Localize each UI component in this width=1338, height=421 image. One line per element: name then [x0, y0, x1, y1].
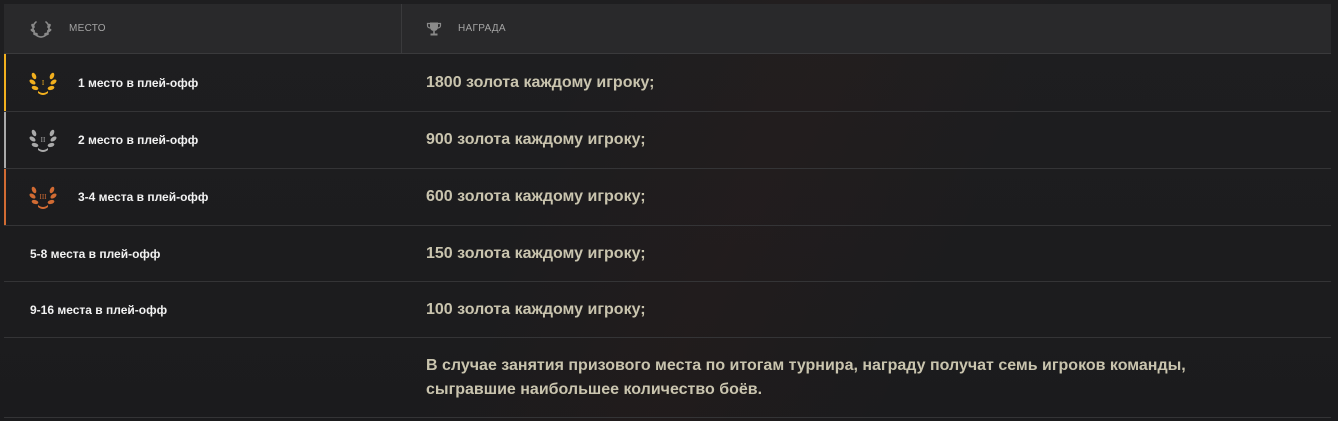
place-label: 5-8 места в плей-офф [30, 246, 161, 261]
reward-label: 150 золота каждому игроку; [426, 244, 646, 262]
place-cell: II 2 место в плей-офф [4, 123, 402, 157]
table-row: III 3-4 места в плей-офф 600 золота кажд… [4, 169, 1331, 226]
reward-cell: 150 золота каждому игроку; [402, 245, 1331, 263]
place-cell: 9-16 места в плей-офф [4, 303, 402, 317]
reward-cell: 900 золота каждому игроку; [402, 131, 1331, 149]
table-row: 5-8 места в плей-офф 150 золота каждому … [4, 226, 1331, 282]
table-row: II 2 место в плей-офф 900 золота каждому… [4, 112, 1331, 169]
note-text: В случае занятия призового места по итог… [426, 356, 1186, 398]
reward-label: 900 золота каждому игроку; [426, 131, 646, 148]
header-place: МЕСТО [4, 4, 402, 53]
header-reward: НАГРАДА [402, 4, 1331, 53]
table-row-note: В случае занятия призового места по итог… [4, 338, 1331, 418]
bronze-laurel-icon: III [29, 186, 57, 209]
header-reward-label: НАГРАДА [458, 23, 506, 34]
reward-label: 600 золота каждому игроку; [426, 188, 646, 205]
place-label: 3-4 места в плей-офф [78, 190, 209, 204]
place-cell: III 3-4 места в плей-офф [4, 180, 402, 214]
reward-label: 100 золота каждому игроку; [426, 300, 646, 318]
svg-text:I: I [42, 79, 45, 87]
trophy-icon [426, 21, 442, 37]
reward-cell: 1800 золота каждому игроку; [402, 74, 1331, 92]
place-label: 1 место в плей-офф [78, 75, 199, 90]
table-row: 9-16 места в плей-офф 100 золота каждому… [4, 282, 1331, 338]
table-row: I 1 место в плей-офф 1800 золота каждому… [4, 54, 1331, 112]
svg-text:III: III [40, 193, 48, 201]
place-label: 2 место в плей-офф [78, 133, 199, 147]
reward-cell: 100 золота каждому игроку; [402, 301, 1331, 319]
reward-cell: 600 золота каждому игроку; [402, 188, 1331, 206]
prize-table: МЕСТО НАГРАДА I 1 место в плей-офф 1800 … [4, 4, 1331, 418]
table-header: МЕСТО НАГРАДА [4, 4, 1331, 54]
place-cell: 5-8 места в плей-офф [4, 247, 402, 261]
reward-label: 1800 золота каждому игроку; [426, 73, 655, 91]
silver-laurel-icon: II [29, 129, 57, 152]
place-cell: I 1 место в плей-офф [4, 66, 402, 100]
gold-laurel-icon: I [29, 72, 57, 95]
header-place-label: МЕСТО [69, 23, 106, 34]
svg-text:II: II [41, 136, 46, 144]
laurel-icon [29, 19, 53, 39]
place-label: 9-16 места в плей-офф [30, 302, 168, 317]
note-cell: В случае занятия призового места по итог… [402, 354, 1331, 402]
